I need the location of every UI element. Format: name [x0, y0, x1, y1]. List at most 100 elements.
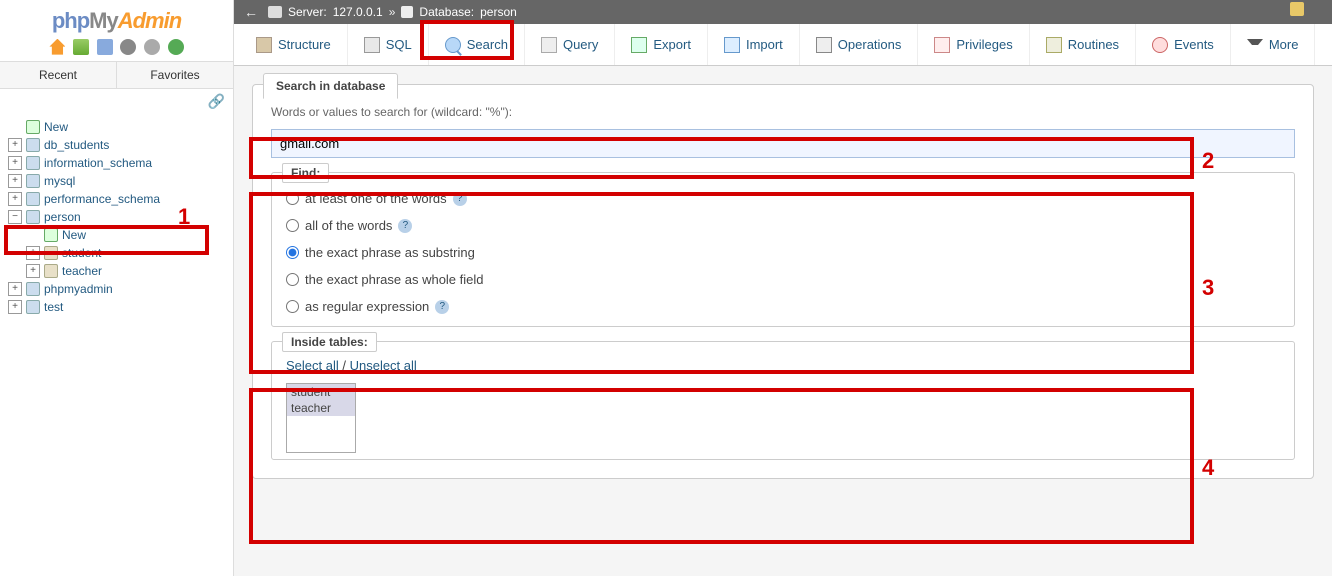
import-icon [724, 37, 740, 53]
expand-icon[interactable]: + [8, 282, 22, 296]
radio-input[interactable] [286, 273, 299, 286]
search-panel: Search in database Words or values to se… [252, 84, 1314, 479]
select-all-link[interactable]: Select all [286, 358, 339, 373]
tree-phpmyadmin[interactable]: +phpmyadmin [8, 280, 233, 298]
tables-multiselect[interactable]: student teacher [286, 383, 356, 453]
slash: / [339, 358, 350, 373]
find-legend: Find: [282, 163, 329, 183]
lock-icon[interactable] [1290, 2, 1304, 16]
tree-information-schema[interactable]: +information_schema [8, 154, 233, 172]
annotation-number-4: 4 [1202, 455, 1214, 481]
tab-search[interactable]: Search [429, 24, 525, 65]
radio-label: the exact phrase as whole field [305, 272, 484, 287]
help-icon[interactable]: ? [453, 192, 467, 206]
table-option-teacher[interactable]: teacher [287, 400, 355, 416]
help-icon[interactable]: ? [435, 300, 449, 314]
database-icon [26, 138, 40, 152]
logout-icon[interactable] [73, 39, 89, 55]
logo[interactable]: phpMyAdmin [0, 0, 233, 36]
expand-icon[interactable]: + [26, 264, 40, 278]
logo-part-admin: Admin [118, 8, 181, 33]
tree-person[interactable]: − person [8, 208, 233, 226]
tab-query[interactable]: Query [525, 24, 615, 65]
expand-icon[interactable]: + [26, 246, 40, 260]
tab-label: Operations [838, 37, 902, 52]
database-label: Database: [419, 5, 474, 19]
collapse-icon[interactable]: − [8, 210, 22, 224]
sidebar-tabs: Recent Favorites [0, 61, 233, 89]
tree-label: student [62, 246, 101, 260]
database-icon [26, 282, 40, 296]
database-icon [401, 6, 413, 18]
search-label: Words or values to search for (wildcard:… [271, 105, 1295, 119]
tab-label: More [1269, 37, 1299, 52]
search-icon [445, 37, 461, 53]
breadcrumb: ← Server: 127.0.0.1 » Database: person [234, 0, 1332, 24]
expand-icon[interactable]: + [8, 138, 22, 152]
find-option-2[interactable]: all of the words? [286, 212, 1280, 239]
find-option-3[interactable]: the exact phrase as substring [286, 239, 1280, 266]
tab-more[interactable]: More [1231, 24, 1316, 65]
tab-routines[interactable]: Routines [1030, 24, 1136, 65]
find-fieldset: Find: at least one of the words? all of … [271, 172, 1295, 327]
navigation-settings-icon[interactable] [144, 39, 160, 55]
expand-icon[interactable]: + [8, 192, 22, 206]
help-icon[interactable]: ? [398, 219, 412, 233]
search-input[interactable] [271, 129, 1295, 158]
settings-icon[interactable] [120, 39, 136, 55]
link-icon[interactable]: 🔗 [208, 93, 225, 109]
db-tree: New +db_students +information_schema + my… [0, 114, 233, 316]
table-option-student[interactable]: student [287, 384, 355, 400]
radio-input[interactable] [286, 246, 299, 259]
server-icon [268, 6, 282, 18]
tree-performance-schema[interactable]: + performance_schema [8, 190, 233, 208]
annotation-number-3: 3 [1202, 275, 1214, 301]
expand-icon[interactable]: + [8, 174, 22, 188]
expand-icon[interactable]: + [8, 300, 22, 314]
home-icon[interactable] [49, 39, 65, 55]
tree-label: person [44, 210, 81, 224]
tab-recent[interactable]: Recent [0, 62, 116, 88]
unselect-all-link[interactable]: Unselect all [350, 358, 417, 373]
radio-input[interactable] [286, 192, 299, 205]
tree-teacher[interactable]: +teacher [26, 262, 233, 280]
reload-icon[interactable] [168, 39, 184, 55]
breadcrumb-separator: » [389, 5, 396, 19]
radio-input[interactable] [286, 219, 299, 232]
tab-events[interactable]: Events [1136, 24, 1231, 65]
tree-label: mysql [44, 174, 75, 188]
tab-import[interactable]: Import [708, 24, 800, 65]
tab-export[interactable]: Export [615, 24, 708, 65]
radio-input[interactable] [286, 300, 299, 313]
server-value[interactable]: 127.0.0.1 [333, 5, 383, 19]
find-option-5[interactable]: as regular expression? [286, 293, 1280, 320]
tab-label: Routines [1068, 37, 1119, 52]
find-option-4[interactable]: the exact phrase as whole field [286, 266, 1280, 293]
operations-icon [816, 37, 832, 53]
main: ← Server: 127.0.0.1 » Database: person S… [234, 0, 1332, 576]
query-icon [541, 37, 557, 53]
tree-test[interactable]: +test [8, 298, 233, 316]
tree-db-students[interactable]: +db_students [8, 136, 233, 154]
tree-mysql[interactable]: + mysql [8, 172, 233, 190]
tree-label: performance_schema [44, 192, 160, 206]
back-arrow-icon[interactable]: ← [244, 4, 258, 20]
tab-operations[interactable]: Operations [800, 24, 919, 65]
tab-sql[interactable]: SQL [348, 24, 429, 65]
docs-icon[interactable] [97, 39, 113, 55]
tab-privileges[interactable]: Privileges [918, 24, 1029, 65]
tab-label: Events [1174, 37, 1214, 52]
sidebar: phpMyAdmin Recent Favorites 🔗 New +db_st… [0, 0, 234, 576]
tree-student[interactable]: + student [26, 244, 233, 262]
server-label: Server: [288, 5, 327, 19]
structure-icon [256, 37, 272, 53]
tree-new[interactable]: New [8, 118, 233, 136]
tab-structure[interactable]: Structure [240, 24, 348, 65]
expand-icon[interactable]: + [8, 156, 22, 170]
tab-favorites[interactable]: Favorites [116, 62, 233, 88]
find-option-1[interactable]: at least one of the words? [286, 185, 1280, 212]
content: Search in database Words or values to se… [234, 66, 1332, 576]
tree-person-new[interactable]: New [26, 226, 233, 244]
radio-label: all of the words [305, 218, 392, 233]
database-value[interactable]: person [480, 5, 517, 19]
